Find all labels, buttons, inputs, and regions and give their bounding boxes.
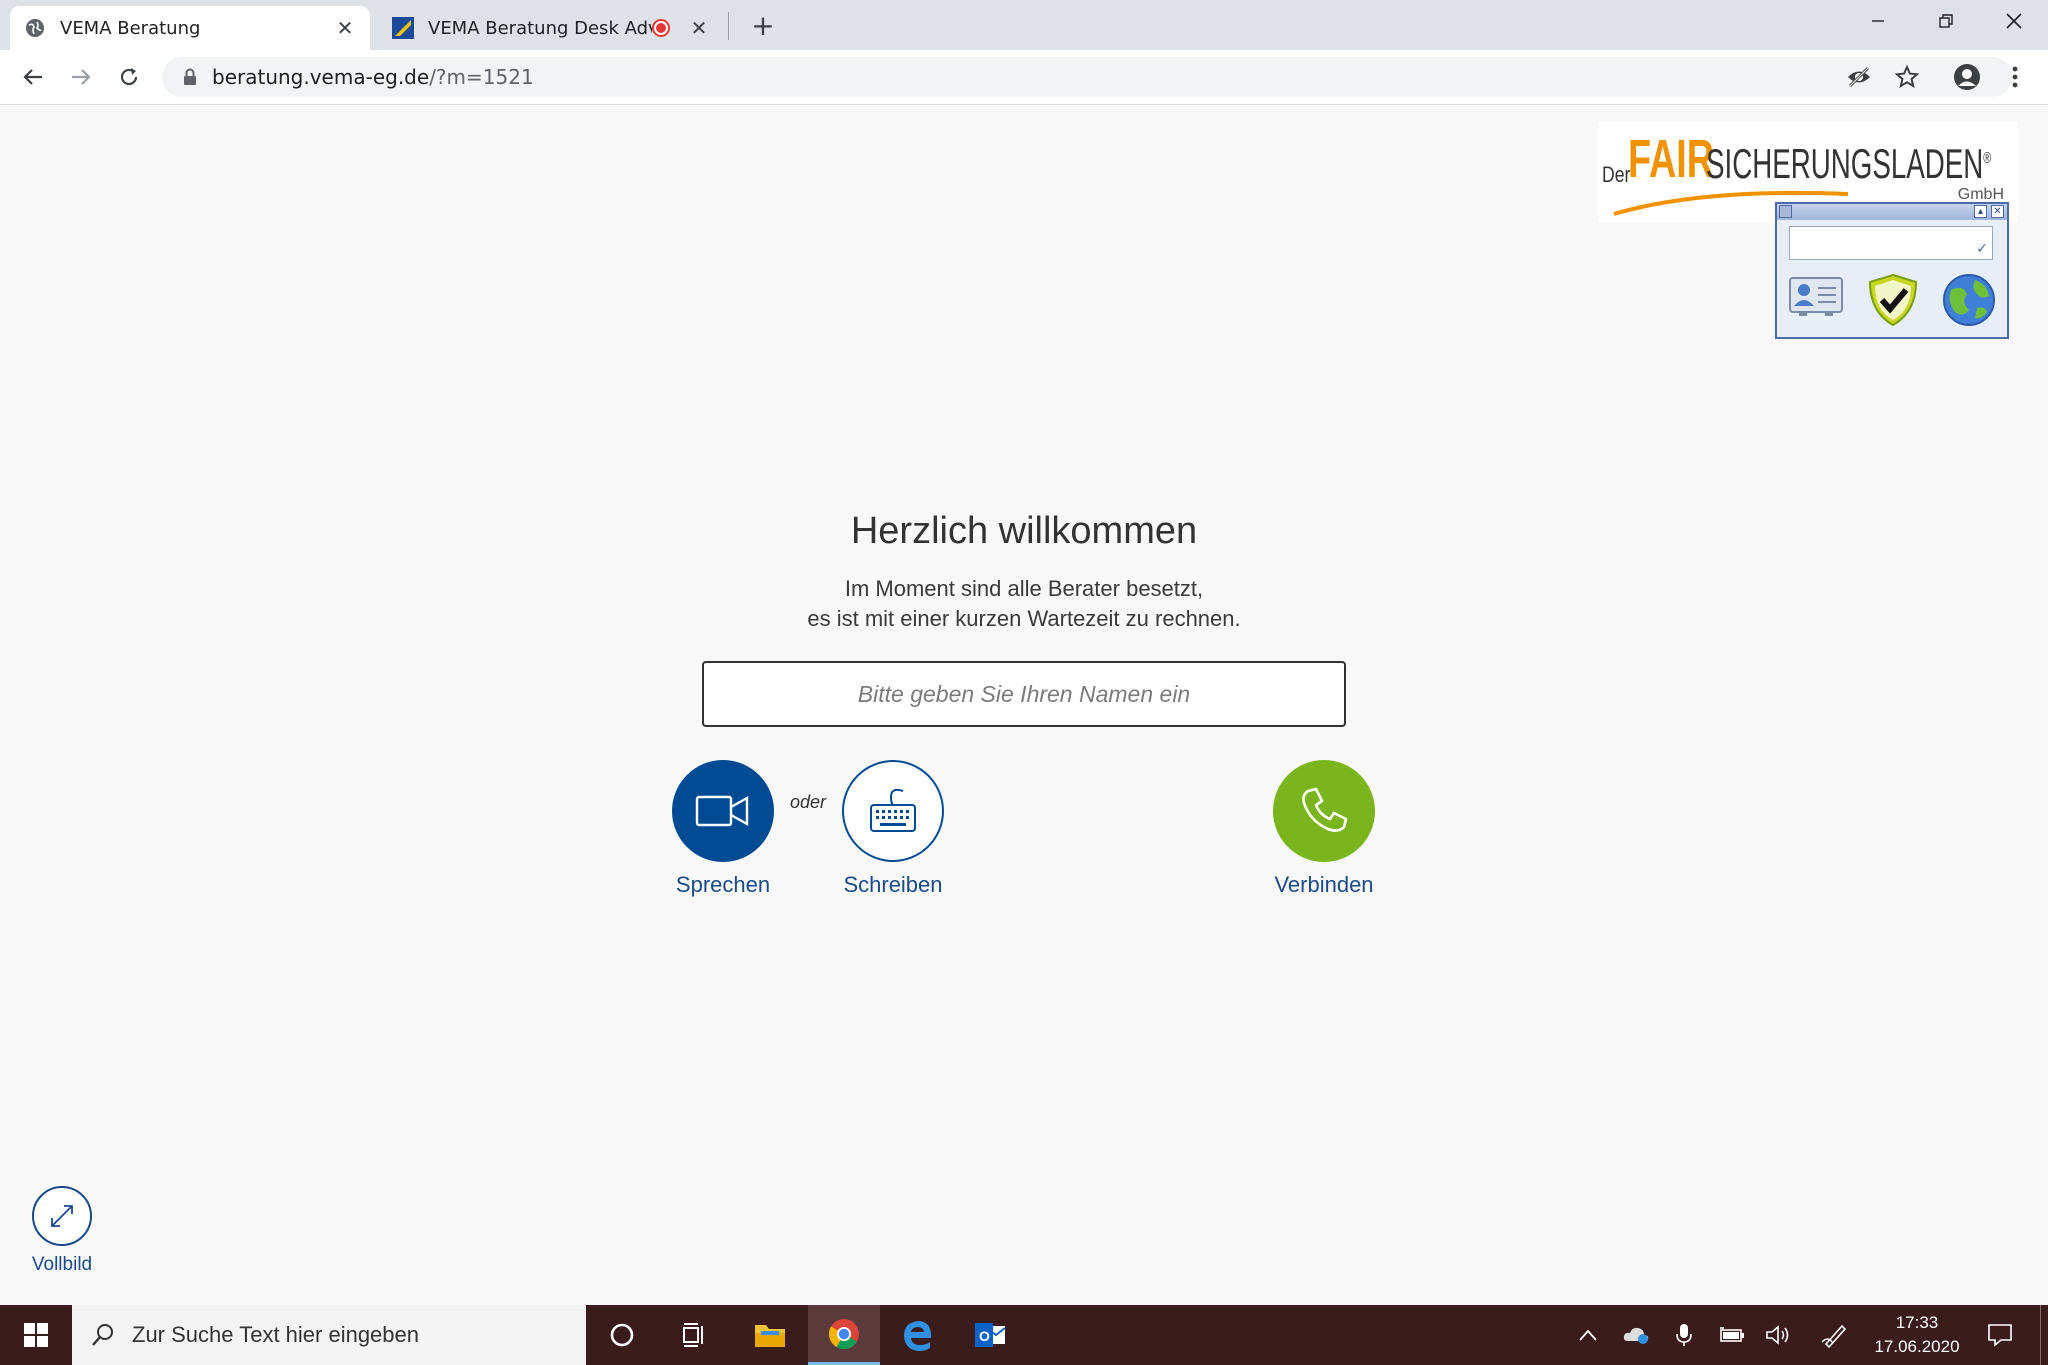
new-tab-button[interactable]: + [748,9,778,42]
connect-label[interactable]: Verbinden [1224,872,1424,898]
bookmark-star-icon[interactable] [1892,62,1922,92]
profile-icon[interactable] [1952,62,1982,92]
widget-maximize-icon[interactable]: ▴ [1974,205,1987,218]
phone-icon [1302,787,1348,832]
show-desktop-divider[interactable] [2040,1305,2041,1365]
recording-icon [652,19,670,37]
browser-tabstrip: VEMA Beratung ✕ VEMA Beratung Desk Advis… [0,0,2048,50]
microphone-icon[interactable] [1664,1305,1704,1365]
lock-icon [180,67,200,87]
widget-close-icon[interactable]: ✕ [1991,205,2004,218]
floating-widget[interactable]: ▴ ✕ ✓ [1775,202,2009,339]
pen-workspace-icon[interactable] [1814,1305,1854,1365]
vema-favicon [392,17,414,39]
tab-title: VEMA Beratung Desk Advise [428,17,652,39]
svg-text:O: O [979,1328,990,1344]
browser-toolbar: beratung.vema-eg.de/?m=1521 [0,50,2048,105]
write-label[interactable]: Schreiben [793,872,993,898]
notification-center-icon[interactable] [1980,1305,2020,1365]
start-button[interactable] [0,1305,72,1365]
chrome-icon[interactable] [808,1305,880,1365]
close-window-button[interactable] [1980,0,2048,42]
status-line-2: es ist mit einer kurzen Wartezeit zu rec… [807,606,1241,631]
check-small-icon: ✓ [1976,241,1988,257]
file-explorer-icon[interactable] [734,1305,806,1365]
globe-network-icon[interactable] [1941,272,1997,332]
connect-button[interactable] [1273,760,1375,862]
fullscreen-button[interactable] [32,1186,92,1246]
taskbar-search-placeholder: Zur Suche Text hier eingeben [132,1322,419,1347]
widget-titlebar[interactable]: ▴ ✕ [1777,204,2007,220]
video-camera-icon [695,795,749,827]
windows-logo-icon [24,1323,48,1347]
address-bar[interactable]: beratung.vema-eg.de/?m=1521 [162,57,2012,97]
cortana-icon[interactable] [586,1305,658,1365]
search-icon [92,1324,113,1346]
task-view-icon[interactable] [658,1305,730,1365]
outlook-icon[interactable]: O [954,1305,1026,1365]
security-shield-icon[interactable] [1866,272,1920,332]
taskbar-clock[interactable]: 17:33 17.06.2020 [1862,1311,1972,1359]
widget-icons [1777,272,2007,332]
battery-icon[interactable] [1712,1305,1752,1365]
tab-close-icon[interactable]: ✕ [688,16,710,40]
clock-date: 17.06.2020 [1874,1337,1960,1356]
windows-taskbar: Zur Suche Text hier eingeben O 17:33 17.… [0,1305,2048,1365]
welcome-heading: Herzlich willkommen [850,510,1198,552]
page-content: Der FAIR SICHERUNGSLADEN® GmbH ▴ ✕ ✓ Her… [0,106,2048,1305]
minimize-button[interactable] [1844,0,1912,42]
back-button[interactable] [16,60,50,94]
forward-button[interactable] [64,60,98,94]
widget-input[interactable]: ✓ [1789,226,1993,260]
tracking-blocked-icon[interactable] [1844,62,1874,92]
status-line-1: Im Moment sind alle Berater besetzt, [844,576,1204,601]
clock-time: 17:33 [1895,1313,1939,1332]
tab-vema-desk[interactable]: VEMA Beratung Desk Advise ✕ [378,6,724,50]
write-button[interactable] [842,760,944,862]
volume-icon[interactable] [1758,1305,1798,1365]
speak-button[interactable] [672,760,774,862]
widget-app-icon [1779,205,1792,218]
chevron-up-icon[interactable] [1568,1305,1608,1365]
fullscreen-label[interactable]: Vollbild [2,1254,122,1276]
tab-separator [728,12,729,40]
globe-icon [24,17,46,39]
reload-button[interactable] [112,60,146,94]
oder-separator: oder [790,792,827,812]
expand-arrows-icon [51,1205,73,1227]
tab-title: VEMA Beratung [60,17,201,39]
edge-icon[interactable] [882,1305,954,1365]
onedrive-icon[interactable] [1616,1305,1656,1365]
url-path: /?m=1521 [429,65,534,89]
menu-kebab-icon[interactable] [2000,62,2030,92]
restore-button[interactable] [1912,0,1980,42]
keyboard-icon [870,788,916,832]
tab-vema-beratung[interactable]: VEMA Beratung ✕ [10,6,370,50]
url-host: beratung.vema-eg.de [212,65,430,89]
tab-close-icon[interactable]: ✕ [334,16,356,40]
taskbar-search[interactable]: Zur Suche Text hier eingeben [72,1305,586,1365]
contact-card-icon[interactable] [1787,272,1845,332]
name-input[interactable] [702,661,1346,727]
